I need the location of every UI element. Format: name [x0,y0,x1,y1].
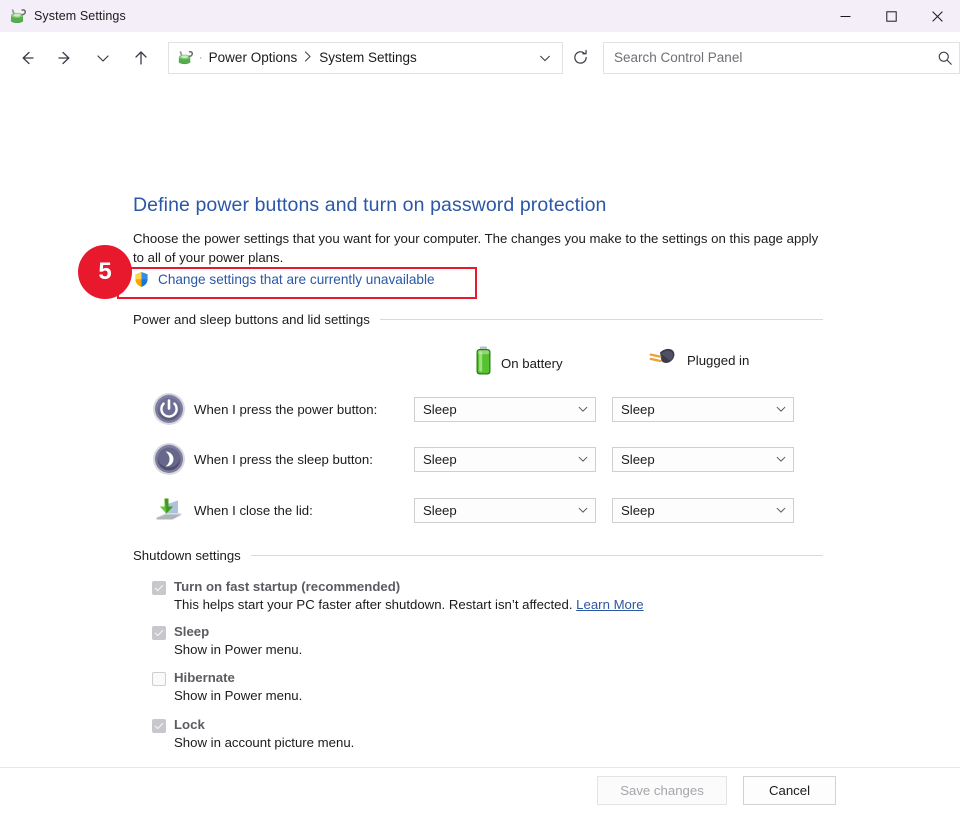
power-options-icon [9,7,27,25]
chevron-down-icon [775,504,787,516]
sleep-button-plugged-in-dropdown[interactable]: Sleep [612,446,794,472]
learn-more-link[interactable]: Learn More [576,597,643,612]
lock-row[interactable]: Lock [152,717,832,733]
close-lid-label: When I close the lid: [194,502,313,518]
power-section-rule [379,319,823,320]
close-lid-on-battery-dropdown[interactable]: Sleep [414,497,596,523]
column-header-plugged-in: Plugged in [648,346,749,375]
power-section-label: Power and sleep buttons and lid settings [133,312,370,327]
up-arrow-icon[interactable] [122,39,160,77]
checkbox-item-sleep: Sleep Show in Power menu. [152,624,832,657]
checkbox-item-hibernate: Hibernate Show in Power menu. [152,670,832,703]
setting-row-power-button: When I press the power button: Sleep Sle… [152,389,812,429]
footer-button-bar: Save changes Cancel [0,768,960,813]
checkbox-item-fast-startup: Turn on fast startup (recommended) This … [152,579,832,612]
breadcrumb-item-power-options[interactable]: Power Options [209,50,298,65]
page-description: Choose the power settings that you want … [133,231,819,265]
sleep-description: Show in Power menu. [174,642,303,657]
laptop-lid-icon [152,493,186,527]
search-control-panel-box[interactable] [603,41,960,74]
sleep-row[interactable]: Sleep [152,624,832,640]
fast-startup-label: Turn on fast startup (recommended) [174,579,401,594]
navigation-bar: · Power Options System Settings [0,32,960,84]
shutdown-section-rule [250,555,823,556]
sleep-checkbox[interactable] [152,626,166,640]
sleep-button-label: When I press the sleep button: [194,451,373,467]
plugged-in-label: Plugged in [687,353,750,368]
power-button-icon [152,392,186,426]
search-input[interactable] [614,50,937,65]
minimize-icon[interactable] [822,0,868,32]
shutdown-section-heading: Shutdown settings [133,548,823,563]
shutdown-section-label: Shutdown settings [133,548,241,563]
column-header-on-battery: On battery [475,346,563,381]
battery-icon [475,346,492,381]
refresh-icon[interactable] [563,41,597,75]
hibernate-description: Show in Power menu. [174,688,303,703]
nav-arrow-group [0,39,160,77]
forward-arrow-icon[interactable] [46,39,84,77]
sleep-label: Sleep [174,624,210,639]
sleep-button-icon [152,442,186,476]
window-title: System Settings [34,9,126,23]
lock-description: Show in account picture menu. [174,735,355,750]
close-icon[interactable] [914,0,960,32]
address-chevron-down-icon[interactable] [532,45,558,71]
chevron-down-icon [775,453,787,465]
sleep-button-plugged-in-value: Sleep [621,451,655,467]
title-bar: System Settings [0,0,960,32]
lock-checkbox[interactable] [152,719,166,733]
chevron-down-icon [577,453,589,465]
step-number-badge: 5 [78,245,132,299]
recent-locations-chevron-down-icon[interactable] [84,39,122,77]
address-bar[interactable]: · Power Options System Settings [168,41,563,74]
breadcrumb-power-options-icon [177,49,194,66]
change-settings-link[interactable]: Change settings that are currently unava… [158,272,435,287]
hibernate-checkbox[interactable] [152,672,166,686]
fast-startup-description-text: This helps start your PC faster after sh… [174,597,573,612]
back-arrow-icon[interactable] [8,39,46,77]
fast-startup-row[interactable]: Turn on fast startup (recommended) [152,579,832,595]
save-changes-button[interactable]: Save changes [597,776,727,805]
setting-row-sleep-button: When I press the sleep button: Sleep Sle… [152,439,812,479]
power-button-on-battery-value: Sleep [423,401,457,417]
sleep-button-on-battery-dropdown[interactable]: Sleep [414,446,596,472]
power-button-plugged-in-dropdown[interactable]: Sleep [612,396,794,422]
power-button-plugged-in-value: Sleep [621,401,655,417]
chevron-down-icon [775,403,787,415]
checkbox-item-lock: Lock Show in account picture menu. [152,717,832,750]
hibernate-row[interactable]: Hibernate [152,670,832,686]
window-controls [822,0,960,32]
power-button-label: When I press the power button: [194,401,378,417]
chevron-down-icon [577,504,589,516]
cancel-button[interactable]: Cancel [743,776,836,805]
power-section-heading: Power and sleep buttons and lid settings [133,312,823,327]
page-title: Define power buttons and turn on passwor… [133,194,607,216]
breadcrumb-separator-icon [304,50,312,65]
lock-label: Lock [174,717,205,732]
maximize-icon[interactable] [868,0,914,32]
chevron-down-icon [577,403,589,415]
breadcrumb-dot: · [199,51,203,64]
on-battery-label: On battery [501,356,563,371]
close-lid-on-battery-value: Sleep [423,502,457,518]
close-lid-plugged-in-value: Sleep [621,502,655,518]
uac-shield-icon [133,271,150,288]
power-plug-icon [648,346,678,375]
hibernate-label: Hibernate [174,670,235,685]
breadcrumb-item-system-settings[interactable]: System Settings [319,50,417,65]
fast-startup-checkbox[interactable] [152,581,166,595]
fast-startup-description: This helps start your PC faster after sh… [174,597,832,612]
setting-row-close-lid: When I close the lid: Sleep Sleep [152,490,812,530]
sleep-button-on-battery-value: Sleep [423,451,457,467]
close-lid-plugged-in-dropdown[interactable]: Sleep [612,497,794,523]
search-icon[interactable] [937,50,953,66]
change-settings-row[interactable]: Change settings that are currently unava… [133,271,435,288]
power-button-on-battery-dropdown[interactable]: Sleep [414,396,596,422]
